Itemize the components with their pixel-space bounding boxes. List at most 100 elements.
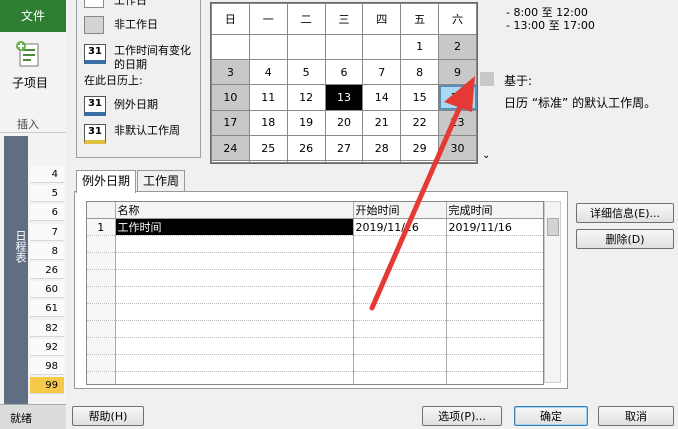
grid-cell[interactable] <box>446 286 543 304</box>
grid-cell[interactable] <box>87 269 116 287</box>
grid-cell[interactable] <box>446 269 543 287</box>
grid-cell[interactable] <box>353 235 447 253</box>
month-calendar[interactable]: 日一二三四五六 1 2 3 4 5 6 7 8 9 10 11 12 13 14 15 16 17 18 19 20 2… <box>210 2 478 164</box>
calendar-day[interactable]: 20 <box>324 109 364 136</box>
row-number[interactable]: 8 <box>30 242 64 260</box>
calendar-day[interactable]: 16 <box>438 84 477 111</box>
grid-cell[interactable] <box>87 320 116 338</box>
grid-cell[interactable] <box>115 235 354 253</box>
delete-button[interactable]: 删除(D) <box>576 229 674 249</box>
grid-cell[interactable] <box>353 286 447 304</box>
chevron-down-icon[interactable]: ⌄ <box>482 150 490 161</box>
calendar-day[interactable]: 29 <box>400 134 440 162</box>
row-number[interactable]: 61 <box>30 300 64 318</box>
tab-work-weeks[interactable]: 工作周 <box>137 170 186 191</box>
grid-cell[interactable] <box>353 337 447 355</box>
file-tab[interactable]: 文件 <box>0 0 66 32</box>
grid-column-header[interactable]: 名称 <box>115 202 354 219</box>
grid-cell[interactable] <box>353 252 447 270</box>
row-number[interactable]: 98 <box>30 358 64 375</box>
calendar-day[interactable]: 24 <box>211 134 250 162</box>
grid-cell[interactable] <box>446 235 543 253</box>
calendar-day[interactable]: 25 <box>248 134 288 162</box>
calendar-day[interactable]: 26 <box>286 134 326 162</box>
grid-cell[interactable] <box>353 269 447 287</box>
grid-row[interactable] <box>87 371 543 384</box>
grid-cell[interactable] <box>353 320 447 338</box>
calendar-day[interactable]: 14 <box>362 84 402 111</box>
grid-cell[interactable] <box>87 252 116 270</box>
grid-cell[interactable] <box>115 286 354 304</box>
grid-column-header[interactable]: 完成时间 <box>446 202 543 219</box>
grid-row[interactable] <box>87 252 543 270</box>
calendar-day[interactable]: 8 <box>400 58 440 86</box>
grid-cell[interactable] <box>115 252 354 270</box>
grid-cell[interactable] <box>446 354 543 372</box>
row-number[interactable]: 92 <box>30 338 64 356</box>
row-number[interactable]: 99 <box>30 377 64 395</box>
help-button[interactable]: 帮助(H) <box>72 406 144 426</box>
grid-row[interactable] <box>87 354 543 372</box>
options-button[interactable]: 选项(P)... <box>422 406 502 426</box>
grid-cell[interactable]: 2019/11/16 <box>353 218 447 236</box>
calendar-day[interactable]: 17 <box>211 109 250 136</box>
ok-button[interactable]: 确定 <box>514 406 588 426</box>
calendar-day[interactable]: 30 <box>438 134 477 162</box>
calendar-day[interactable]: 3 <box>211 58 250 86</box>
grid-cell[interactable] <box>115 354 354 372</box>
grid-cell[interactable]: 1 <box>87 218 116 236</box>
calendar-day[interactable]: 4 <box>248 58 288 86</box>
calendar-day[interactable]: 19 <box>286 109 326 136</box>
calendar-day[interactable]: 27 <box>324 134 364 162</box>
grid-cell[interactable] <box>115 303 354 321</box>
grid-cell[interactable] <box>87 337 116 355</box>
calendar-day[interactable]: 18 <box>248 109 288 136</box>
grid-cell[interactable] <box>353 371 447 384</box>
calendar-day[interactable]: 6 <box>324 58 364 86</box>
grid-cell[interactable] <box>115 337 354 355</box>
timeline-bar[interactable] <box>4 136 28 404</box>
grid-cell[interactable] <box>446 337 543 355</box>
calendar-day[interactable]: 21 <box>362 109 402 136</box>
calendar-day[interactable]: 2 <box>438 33 477 61</box>
grid-cell[interactable] <box>115 320 354 338</box>
grid-cell[interactable] <box>353 303 447 321</box>
grid-row[interactable] <box>87 269 543 287</box>
grid-column-header[interactable] <box>87 202 116 219</box>
row-number[interactable]: 26 <box>30 262 64 279</box>
grid-cell[interactable] <box>446 371 543 384</box>
grid-column-header[interactable]: 开始时间 <box>353 202 447 219</box>
row-number[interactable]: 4 <box>30 166 64 183</box>
row-number[interactable]: 6 <box>30 204 64 222</box>
calendar-day[interactable]: 7 <box>362 58 402 86</box>
grid-scrollbar-thumb[interactable] <box>547 218 559 236</box>
calendar-day[interactable]: 11 <box>248 84 288 111</box>
grid-cell[interactable]: 2019/11/16 <box>446 218 543 236</box>
grid-row[interactable] <box>87 235 543 253</box>
grid-cell[interactable] <box>353 354 447 372</box>
calendar-day[interactable]: 12 <box>286 84 326 111</box>
row-number[interactable]: 82 <box>30 319 64 337</box>
grid-row[interactable] <box>87 303 543 321</box>
calendar-day[interactable]: 9 <box>438 58 477 86</box>
grid-cell[interactable] <box>446 252 543 270</box>
cancel-button[interactable]: 取消 <box>598 406 674 426</box>
calendar-day[interactable]: 28 <box>362 134 402 162</box>
subproject-icon[interactable] <box>14 40 44 68</box>
grid-cell[interactable] <box>115 371 354 384</box>
exceptions-grid[interactable]: 名称 开始时间 完成时间 1 工作时间 2019/11/16 2019/11/16 <box>86 201 544 385</box>
calendar-day[interactable]: 15 <box>400 84 440 111</box>
grid-cell[interactable] <box>87 371 116 384</box>
calendar-day[interactable]: 10 <box>211 84 250 111</box>
grid-cell[interactable] <box>87 235 116 253</box>
calendar-day[interactable]: 22 <box>400 109 440 136</box>
grid-row[interactable]: 1 工作时间 2019/11/16 2019/11/16 <box>87 218 543 236</box>
grid-cell[interactable] <box>87 286 116 304</box>
grid-cell[interactable] <box>87 354 116 372</box>
grid-row[interactable] <box>87 337 543 355</box>
grid-row[interactable] <box>87 286 543 304</box>
details-button[interactable]: 详细信息(E)... <box>576 203 674 223</box>
grid-cell[interactable] <box>446 303 543 321</box>
row-number[interactable]: 60 <box>30 281 64 299</box>
grid-cell[interactable] <box>87 303 116 321</box>
